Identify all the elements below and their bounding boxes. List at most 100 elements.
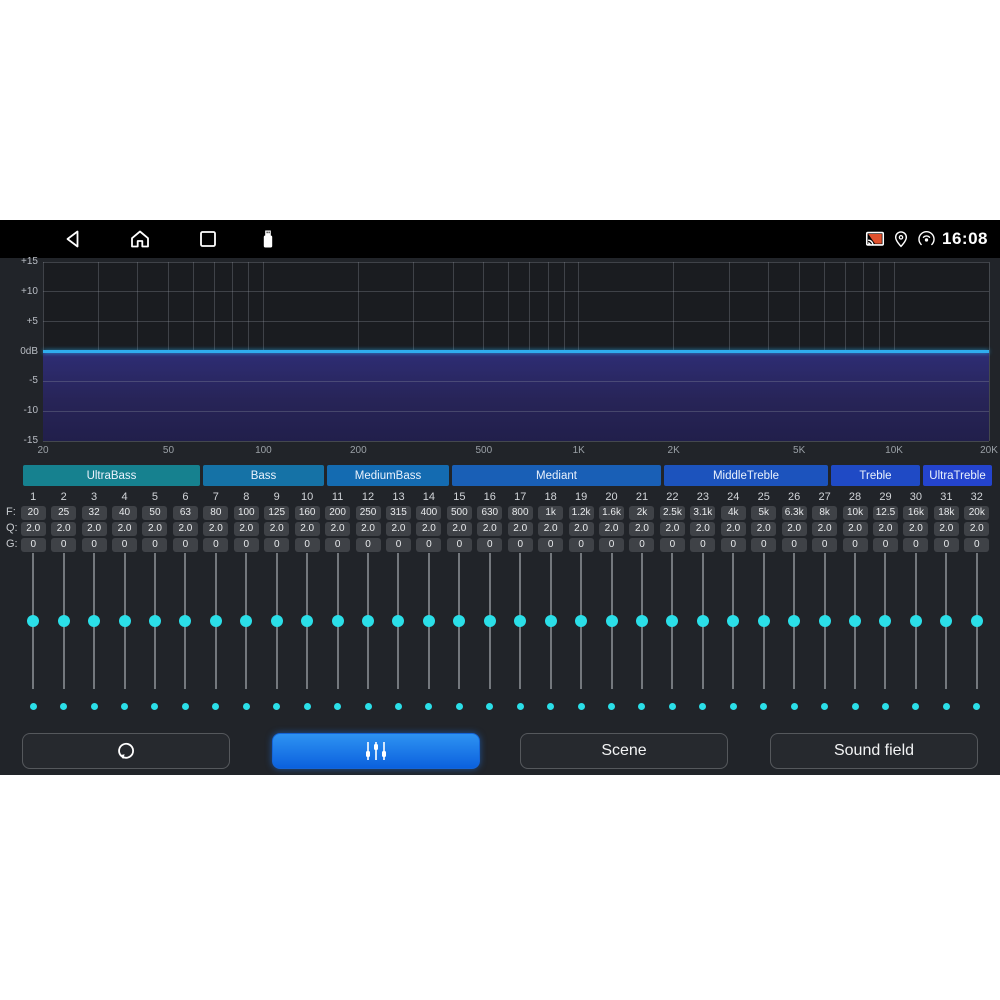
band-number: 19: [575, 491, 587, 503]
slider-knob[interactable]: [362, 615, 374, 627]
gain-slider[interactable]: [901, 553, 931, 689]
gain-slider[interactable]: [292, 553, 322, 689]
gain-slider[interactable]: [870, 553, 900, 689]
slider-knob[interactable]: [545, 615, 557, 627]
slider-knob[interactable]: [27, 615, 39, 627]
slider-knob[interactable]: [88, 615, 100, 627]
slider-knob[interactable]: [240, 615, 252, 627]
gain-slider[interactable]: [18, 553, 48, 689]
slider-knob[interactable]: [758, 615, 770, 627]
slider-knob[interactable]: [301, 615, 313, 627]
gain-slider[interactable]: [109, 553, 139, 689]
gain-slider[interactable]: [809, 553, 839, 689]
band-q-value: 2.0: [264, 522, 289, 536]
gain-slider[interactable]: [505, 553, 535, 689]
scene-button[interactable]: Scene: [520, 733, 728, 769]
gain-slider[interactable]: [79, 553, 109, 689]
band-q-value: 2.0: [751, 522, 776, 536]
gain-slider[interactable]: [596, 553, 626, 689]
gain-slider[interactable]: [353, 553, 383, 689]
gain-slider[interactable]: [140, 553, 170, 689]
gain-slider[interactable]: [840, 553, 870, 689]
home-icon[interactable]: [128, 227, 152, 251]
band-gain-value: 0: [416, 538, 441, 552]
band-q-value: 2.0: [569, 522, 594, 536]
back-icon[interactable]: [62, 227, 86, 251]
gain-slider[interactable]: [231, 553, 261, 689]
clock: 16:08: [942, 229, 988, 249]
gain-slider[interactable]: [383, 553, 413, 689]
slider-knob[interactable]: [514, 615, 526, 627]
gain-slider[interactable]: [475, 553, 505, 689]
band-dot: [121, 703, 128, 710]
slider-knob[interactable]: [788, 615, 800, 627]
gain-slider[interactable]: [201, 553, 231, 689]
gain-slider[interactable]: [170, 553, 200, 689]
slider-knob[interactable]: [697, 615, 709, 627]
band-q-value: 2.0: [964, 522, 989, 536]
slider-knob[interactable]: [849, 615, 861, 627]
slider-knob[interactable]: [149, 615, 161, 627]
slider-knob[interactable]: [453, 615, 465, 627]
slider-knob[interactable]: [575, 615, 587, 627]
slider-knob[interactable]: [910, 615, 922, 627]
slider-knob[interactable]: [332, 615, 344, 627]
gain-slider[interactable]: [322, 553, 352, 689]
slider-knob[interactable]: [971, 615, 983, 627]
gain-slider[interactable]: [262, 553, 292, 689]
band-number: 4: [121, 491, 127, 503]
slider-knob[interactable]: [119, 615, 131, 627]
gain-slider[interactable]: [414, 553, 444, 689]
slider-knob[interactable]: [179, 615, 191, 627]
band-gain-value: 0: [721, 538, 746, 552]
band-gain-value: 0: [82, 538, 107, 552]
gain-slider[interactable]: [688, 553, 718, 689]
band-number: 11: [332, 491, 343, 503]
slider-knob[interactable]: [58, 615, 70, 627]
equalizer-button[interactable]: [272, 733, 480, 769]
freq-tick-label: 50: [163, 445, 174, 456]
gain-slider[interactable]: [931, 553, 961, 689]
slider-knob[interactable]: [940, 615, 952, 627]
gain-value-row: 00000000000000000000000000000000: [18, 537, 992, 552]
slider-knob[interactable]: [879, 615, 891, 627]
gain-slider[interactable]: [566, 553, 596, 689]
gain-slider[interactable]: [627, 553, 657, 689]
band-dot: [973, 703, 980, 710]
slider-knob[interactable]: [666, 615, 678, 627]
gain-slider[interactable]: [444, 553, 474, 689]
band-number: 2: [61, 491, 67, 503]
slider-knob[interactable]: [210, 615, 222, 627]
recents-icon[interactable]: [196, 227, 220, 251]
slider-knob[interactable]: [636, 615, 648, 627]
band-q-value: 2.0: [812, 522, 837, 536]
gain-slider[interactable]: [962, 553, 992, 689]
slider-knob[interactable]: [271, 615, 283, 627]
band-gain-value: 0: [447, 538, 472, 552]
gain-slider[interactable]: [718, 553, 748, 689]
band-q-value: 2.0: [873, 522, 898, 536]
band-q-value: 2.0: [173, 522, 198, 536]
slider-knob[interactable]: [423, 615, 435, 627]
band-q-value: 2.0: [325, 522, 350, 536]
band-number: 15: [453, 491, 465, 503]
slider-knob[interactable]: [484, 615, 496, 627]
band-gain-value: 0: [325, 538, 350, 552]
sound-field-button[interactable]: Sound field: [770, 733, 978, 769]
band-number: 30: [910, 491, 922, 503]
slider-knob[interactable]: [392, 615, 404, 627]
band-gain-value: 0: [903, 538, 928, 552]
freq-tick-label: 20: [37, 445, 48, 456]
reset-button[interactable]: [22, 733, 230, 769]
gain-slider[interactable]: [48, 553, 78, 689]
band-number: 23: [697, 491, 709, 503]
gain-slider[interactable]: [657, 553, 687, 689]
slider-knob[interactable]: [606, 615, 618, 627]
band-frequency-value: 1.6k: [599, 506, 624, 520]
band-number: 25: [758, 491, 770, 503]
gain-slider[interactable]: [535, 553, 565, 689]
slider-knob[interactable]: [819, 615, 831, 627]
gain-slider[interactable]: [779, 553, 809, 689]
gain-slider[interactable]: [749, 553, 779, 689]
slider-knob[interactable]: [727, 615, 739, 627]
